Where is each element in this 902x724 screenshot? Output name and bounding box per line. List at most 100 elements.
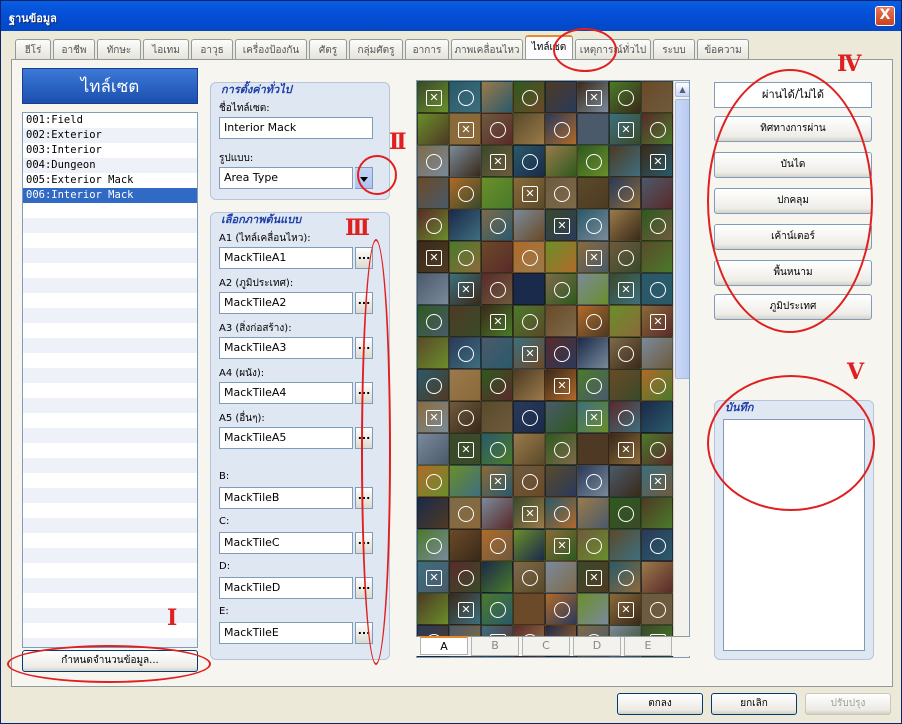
change-maximum-button[interactable]: กำหนดจำนวนข้อมูล... [22,650,198,672]
tab-1[interactable]: อาชีพ [53,39,95,59]
tile[interactable] [545,273,577,305]
tile[interactable] [609,177,641,209]
tile[interactable] [481,113,513,145]
tile-property-button[interactable]: ทิศทางการผ่าน [714,116,872,142]
tile[interactable] [513,145,545,177]
tile[interactable]: ✕ [641,145,673,177]
browse-button[interactable]: ... [355,532,373,554]
tile[interactable] [641,337,673,369]
tile[interactable] [481,561,513,593]
tile[interactable]: ✕ [481,305,513,337]
tile[interactable] [513,241,545,273]
mode-dropdown-arrow-icon[interactable] [355,167,373,189]
tile[interactable] [449,401,481,433]
browse-button[interactable]: ... [355,247,373,269]
tile[interactable] [641,497,673,529]
tile[interactable] [609,81,641,113]
tile[interactable] [513,529,545,561]
tile[interactable] [545,497,577,529]
tile[interactable] [481,433,513,465]
tile[interactable] [641,529,673,561]
tile[interactable] [577,497,609,529]
tile[interactable] [609,401,641,433]
tab-2[interactable]: ทักษะ [97,39,141,59]
tileset-list-item[interactable]: 003:Interior [23,143,197,158]
tile[interactable] [481,241,513,273]
tile[interactable] [545,177,577,209]
tile[interactable] [641,401,673,433]
tile[interactable] [417,273,449,305]
tile-tab-d[interactable]: D [573,637,621,656]
graphic-slot-input[interactable]: MackTileC [219,532,353,554]
tile[interactable] [513,273,545,305]
tab-10[interactable]: ไทล์เซต [525,35,573,59]
tile[interactable] [641,593,673,625]
tab-3[interactable]: ไอเทม [143,39,189,59]
tile-scrollbar[interactable]: ▲ ▼ [673,81,689,657]
tile[interactable]: ✕ [641,305,673,337]
tile[interactable] [545,561,577,593]
tile[interactable] [417,433,449,465]
tile-property-button[interactable]: พื้นหนาม [714,260,872,286]
tile[interactable] [609,241,641,273]
tileset-list-item[interactable]: 004:Dungeon [23,158,197,173]
tile[interactable]: ✕ [545,529,577,561]
tile[interactable]: ✕ [449,113,481,145]
tile[interactable]: ✕ [577,401,609,433]
tile[interactable] [449,177,481,209]
tile[interactable] [481,337,513,369]
apply-button[interactable]: ปรับปรุง [805,693,891,715]
tile[interactable]: ✕ [641,465,673,497]
mode-select[interactable]: Area Type [219,167,353,189]
tile[interactable]: ✕ [513,497,545,529]
tile-tab-e[interactable]: E [624,637,672,656]
tile[interactable] [417,209,449,241]
tile[interactable] [449,145,481,177]
tileset-list-item[interactable]: 006:Interior Mack [23,188,197,203]
tile[interactable] [545,401,577,433]
tab-9[interactable]: ภาพเคลื่อนไหว [451,39,523,59]
tile-tab-b[interactable]: B [471,637,519,656]
tile[interactable] [417,369,449,401]
tile[interactable] [513,209,545,241]
tile-property-button[interactable]: เค้าน์เตอร์ [714,224,872,250]
tile[interactable] [417,337,449,369]
tile[interactable]: ✕ [417,561,449,593]
tile-property-button[interactable]: ผ่านได้/ไม่ได้ [714,82,872,108]
close-button[interactable]: X [875,6,895,26]
tile[interactable] [513,401,545,433]
tile[interactable]: ✕ [481,145,513,177]
tile[interactable] [449,241,481,273]
tile-property-button[interactable]: ภูมิประเทศ [714,294,872,320]
tile[interactable] [417,145,449,177]
tileset-list[interactable]: 001:Field 002:Exterior 003:Interior 004:Dun… [22,112,198,648]
tile[interactable] [513,81,545,113]
tile[interactable] [641,241,673,273]
tile[interactable] [641,433,673,465]
tab-11[interactable]: เหตุการณ์ทั่วไป [575,39,651,59]
graphic-slot-input[interactable]: MackTileA2 [219,292,353,314]
tile[interactable] [641,113,673,145]
tileset-list-item[interactable]: 001:Field [23,113,197,128]
tile-tab-c[interactable]: C [522,637,570,656]
tile[interactable] [449,209,481,241]
tile[interactable] [417,465,449,497]
browse-button[interactable]: ... [355,622,373,644]
tile[interactable] [481,369,513,401]
tile[interactable] [609,465,641,497]
tile[interactable] [481,177,513,209]
tile[interactable] [449,369,481,401]
tile[interactable] [449,465,481,497]
browse-button[interactable]: ... [355,577,373,599]
graphic-slot-input[interactable]: MackTileA3 [219,337,353,359]
tile-property-button[interactable]: บันได [714,152,872,178]
scroll-up-icon[interactable]: ▲ [675,82,689,97]
graphic-slot-input[interactable]: MackTileA5 [219,427,353,449]
tile[interactable] [449,529,481,561]
notes-textarea[interactable] [723,419,865,651]
tile[interactable] [417,177,449,209]
tile[interactable] [609,497,641,529]
tab-7[interactable]: กลุ่มศัตรู [349,39,403,59]
tile[interactable]: ✕ [545,369,577,401]
graphic-slot-input[interactable]: MackTileA1 [219,247,353,269]
